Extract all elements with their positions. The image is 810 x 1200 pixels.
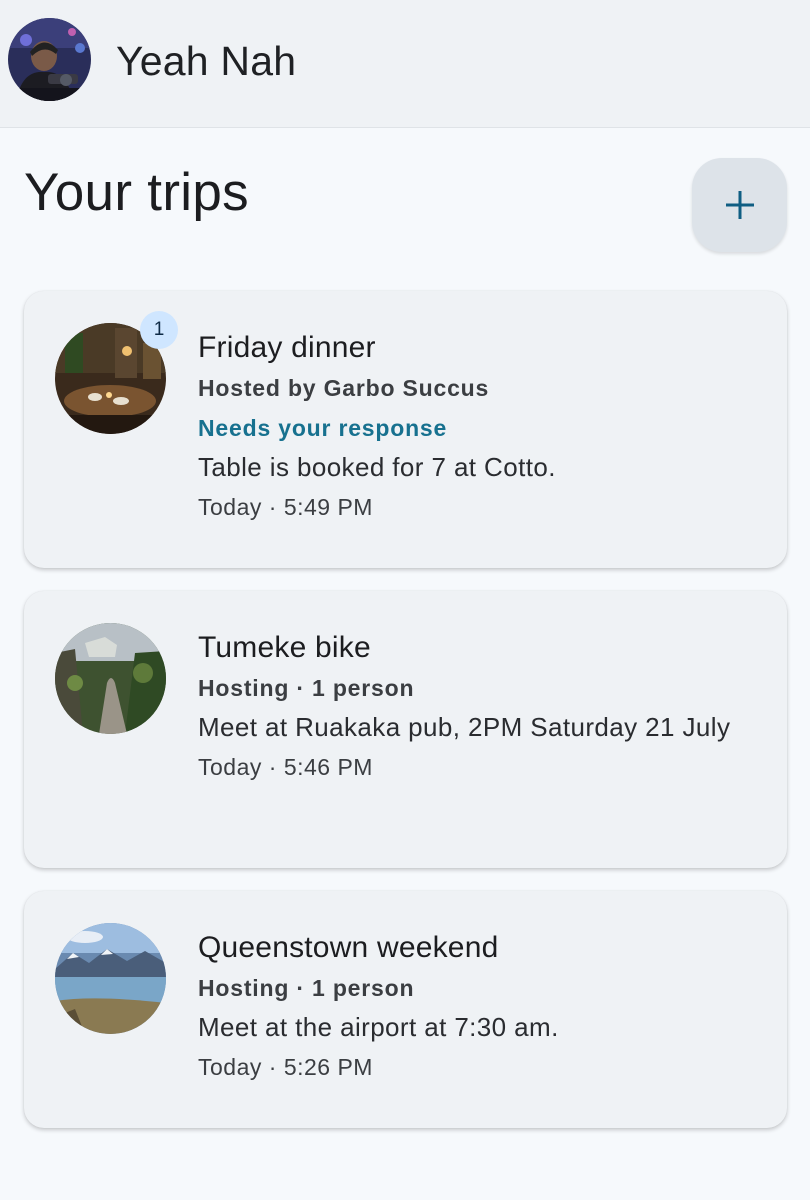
response-needed-label: Needs your response — [198, 415, 448, 441]
trip-details: Friday dinner Hosted by Garbo Succus Nee… — [198, 329, 763, 522]
trip-details: Queenstown weekend Hosting · 1 person Me… — [198, 929, 763, 1082]
trip-host: Hosted by Garbo Succus — [198, 375, 490, 401]
trip-card-friday-dinner[interactable]: 1 Friday dinner Hosted by Garbo Succus N… — [24, 291, 787, 568]
plus-icon — [725, 191, 754, 219]
trip-last-message: Meet at Ruakaka pub, 2PM Saturday 21 Jul… — [198, 712, 731, 742]
profile-avatar[interactable] — [8, 18, 91, 101]
unread-badge: 1 — [140, 311, 178, 349]
trip-last-message: Table is booked for 7 at Cotto. — [198, 452, 556, 482]
trip-card-queenstown-weekend[interactable]: Queenstown weekend Hosting · 1 person Me… — [24, 891, 787, 1128]
trip-hosting-info: Hosting · 1 person — [198, 975, 415, 1001]
trip-timestamp: Today · 5:49 PM — [198, 494, 373, 520]
top-app-bar: Yeah Nah — [0, 0, 810, 128]
trip-last-message: Meet at the airport at 7:30 am. — [198, 1012, 559, 1042]
trip-timestamp: Today · 5:46 PM — [198, 754, 373, 780]
trip-image-lake — [55, 923, 166, 1034]
app-name: Yeah Nah — [116, 38, 297, 84]
trip-title: Queenstown weekend — [198, 931, 499, 964]
trip-hosting-info: Hosting · 1 person — [198, 675, 415, 701]
trip-details: Tumeke bike Hosting · 1 person Meet at R… — [198, 629, 763, 782]
trip-title: Friday dinner — [198, 331, 376, 364]
trip-title: Tumeke bike — [198, 631, 371, 664]
add-trip-button[interactable] — [692, 158, 787, 252]
trip-image-bike-trail — [55, 623, 166, 734]
page-title: Your trips — [24, 163, 249, 222]
trip-card-tumeke-bike[interactable]: Tumeke bike Hosting · 1 person Meet at R… — [24, 591, 787, 868]
trip-timestamp: Today · 5:26 PM — [198, 1054, 373, 1080]
